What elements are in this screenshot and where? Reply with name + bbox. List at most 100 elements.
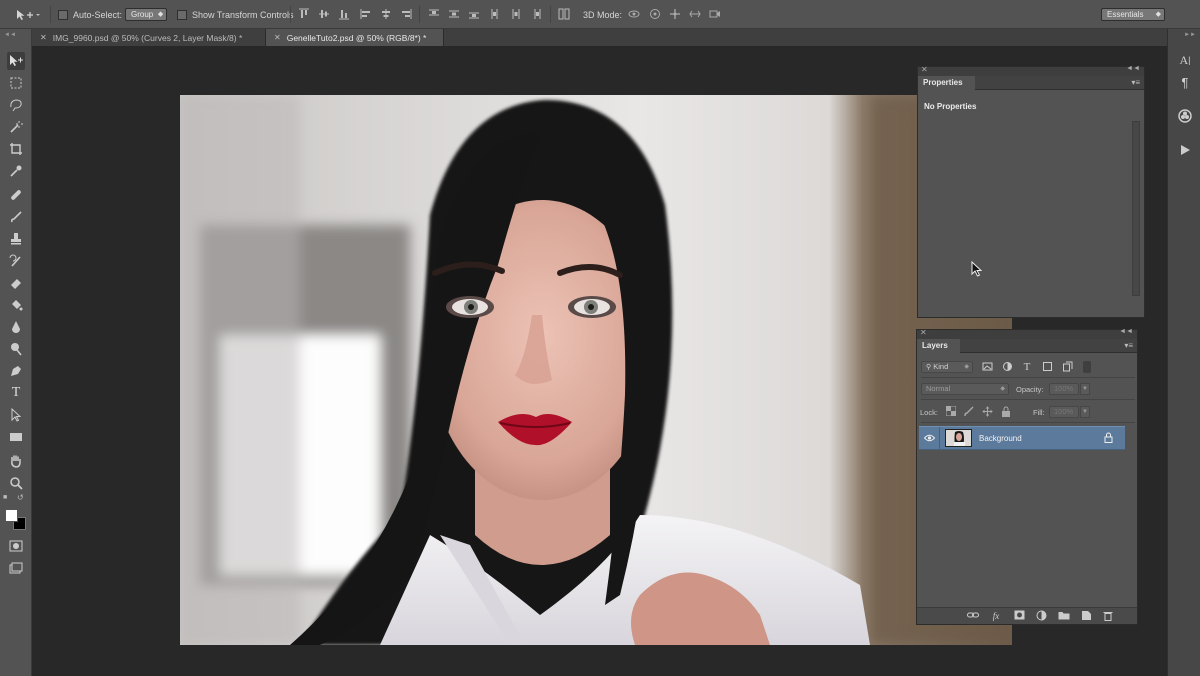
- type-tool-icon[interactable]: T: [7, 384, 25, 402]
- collapse-panel-icon[interactable]: ◄◄: [1126, 65, 1140, 72]
- lock-all-icon[interactable]: [1000, 406, 1012, 418]
- properties-tab[interactable]: Properties: [918, 76, 975, 90]
- marquee-tool-icon[interactable]: [7, 74, 25, 92]
- close-panel-icon[interactable]: ✕: [920, 328, 927, 337]
- 3d-scale-icon[interactable]: [709, 8, 721, 20]
- document-tab-active[interactable]: ✕ GenelleTuto2.psd @ 50% (RGB/8*) *: [266, 29, 444, 46]
- filter-toggle[interactable]: [1083, 361, 1091, 373]
- auto-align-icon[interactable]: [558, 8, 570, 20]
- move-tool-icon[interactable]: [7, 52, 25, 70]
- paint-bucket-tool-icon[interactable]: [7, 296, 25, 314]
- filter-smart-object-icon[interactable]: [1061, 361, 1073, 373]
- layers-footer: fx: [917, 607, 1137, 624]
- play-actions-icon[interactable]: [1176, 141, 1194, 159]
- distribute-hcenter-icon[interactable]: [510, 8, 522, 20]
- default-colors-icon[interactable]: ■: [3, 494, 7, 501]
- zoom-tool-icon[interactable]: [7, 474, 25, 492]
- layers-tab[interactable]: Layers: [917, 339, 960, 353]
- layer-name[interactable]: Background: [979, 434, 1022, 443]
- tools-panel: ◄◄ T ■ ↺: [0, 29, 32, 676]
- lasso-tool-icon[interactable]: [7, 96, 25, 114]
- new-layer-icon[interactable]: [1080, 610, 1092, 622]
- new-group-icon[interactable]: [1058, 610, 1070, 622]
- trash-icon[interactable]: [1102, 610, 1114, 622]
- auto-select-dropdown[interactable]: Group: [125, 8, 168, 21]
- eyedropper-tool-icon[interactable]: [7, 162, 25, 180]
- move-tool-icon: [17, 9, 40, 20]
- paragraph-panel-icon[interactable]: ¶: [1176, 73, 1194, 91]
- screen-mode-icon[interactable]: [7, 559, 25, 577]
- document-image[interactable]: [180, 95, 1012, 645]
- opacity-label: Opacity:: [1016, 385, 1044, 394]
- visibility-eye-icon[interactable]: [923, 434, 936, 444]
- link-layers-icon[interactable]: [967, 610, 979, 622]
- hand-tool-icon[interactable]: [7, 452, 25, 470]
- fx-icon[interactable]: fx: [990, 610, 1002, 622]
- pen-tool-icon[interactable]: [7, 362, 25, 380]
- align-left-icon[interactable]: [360, 8, 372, 20]
- align-bottom-icon[interactable]: [338, 8, 350, 20]
- distribute-left-icon[interactable]: [490, 8, 502, 20]
- panel-menu-icon[interactable]: ▾≡: [1131, 78, 1140, 87]
- 3d-orbit-icon[interactable]: [628, 8, 640, 20]
- fill-input[interactable]: 100%: [1049, 406, 1079, 418]
- filter-adjustment-icon[interactable]: [1001, 361, 1013, 373]
- quick-mask-icon[interactable]: [7, 537, 25, 555]
- toolbar-collapse-icon[interactable]: ◄◄: [4, 32, 16, 38]
- 3d-slide-icon[interactable]: [689, 8, 701, 20]
- lock-image-pixels-icon[interactable]: [963, 406, 975, 418]
- distribute-top-icon[interactable]: [428, 8, 440, 20]
- 3d-roll-icon[interactable]: [649, 8, 661, 20]
- history-brush-tool-icon[interactable]: [7, 252, 25, 270]
- filter-type-icon[interactable]: T: [1021, 361, 1033, 373]
- adjustment-layer-icon[interactable]: [1035, 610, 1047, 622]
- align-hcenter-icon[interactable]: [380, 8, 392, 20]
- eraser-tool-icon[interactable]: [7, 274, 25, 292]
- blur-tool-icon[interactable]: [7, 318, 25, 336]
- document-tab-title: IMG_9960.psd @ 50% (Curves 2, Layer Mask…: [52, 32, 243, 43]
- swap-colors-icon[interactable]: ↺: [17, 493, 24, 502]
- close-panel-icon[interactable]: ✕: [921, 65, 928, 74]
- blend-mode-dropdown[interactable]: Normal: [921, 383, 1009, 395]
- lock-transparent-pixels-icon[interactable]: [945, 405, 957, 418]
- rectangle-tool-icon[interactable]: [7, 428, 25, 446]
- auto-select-checkbox[interactable]: [58, 9, 68, 20]
- filter-pixel-icon[interactable]: [981, 361, 993, 373]
- filter-shape-icon[interactable]: [1041, 361, 1053, 373]
- distribute-bottom-icon[interactable]: [468, 8, 480, 20]
- collapse-panel-icon[interactable]: ◄◄: [1119, 328, 1133, 335]
- character-panel-icon[interactable]: A |: [1176, 51, 1194, 69]
- clone-stamp-tool-icon[interactable]: [7, 230, 25, 248]
- close-tab-icon[interactable]: ✕: [274, 33, 281, 42]
- dodge-tool-icon[interactable]: [7, 340, 25, 358]
- panel-menu-icon[interactable]: ▾≡: [1124, 341, 1133, 350]
- fill-slider-toggle[interactable]: ▼: [1080, 406, 1090, 418]
- crop-tool-icon[interactable]: [7, 140, 25, 158]
- show-transform-checkbox[interactable]: [177, 9, 187, 20]
- move-tool-preset[interactable]: [14, 0, 40, 29]
- lock-position-icon[interactable]: [981, 406, 993, 418]
- distribute-right-icon[interactable]: [530, 8, 542, 20]
- foreground-color-swatch[interactable]: [5, 509, 18, 522]
- close-tab-icon[interactable]: ✕: [40, 33, 47, 42]
- panel-dock: ►► A | ¶: [1167, 29, 1200, 676]
- properties-scrollbar[interactable]: [1132, 121, 1140, 296]
- 3d-panel-icon[interactable]: [1176, 107, 1194, 125]
- add-mask-icon[interactable]: [1013, 610, 1025, 622]
- align-right-icon[interactable]: [400, 8, 412, 20]
- document-tab[interactable]: ✕ IMG_9960.psd @ 50% (Curves 2, Layer Ma…: [32, 29, 266, 46]
- filter-kind-dropdown[interactable]: ⚲ Kind: [921, 361, 973, 373]
- workspace-dropdown[interactable]: Essentials: [1101, 8, 1165, 21]
- healing-brush-tool-icon[interactable]: [7, 186, 25, 204]
- align-vcenter-icon[interactable]: [318, 8, 330, 20]
- align-top-icon[interactable]: [298, 8, 310, 20]
- opacity-input[interactable]: 100%: [1049, 383, 1079, 395]
- magic-wand-tool-icon[interactable]: [7, 118, 25, 136]
- brush-tool-icon[interactable]: [7, 208, 25, 226]
- distribute-vcenter-icon[interactable]: [448, 8, 460, 20]
- dock-expand-icon[interactable]: ►►: [1184, 32, 1196, 38]
- layer-row-background[interactable]: Background: [919, 426, 1125, 450]
- opacity-slider-toggle[interactable]: ▼: [1080, 383, 1090, 395]
- path-selection-tool-icon[interactable]: [7, 406, 25, 424]
- 3d-pan-icon[interactable]: [669, 8, 681, 20]
